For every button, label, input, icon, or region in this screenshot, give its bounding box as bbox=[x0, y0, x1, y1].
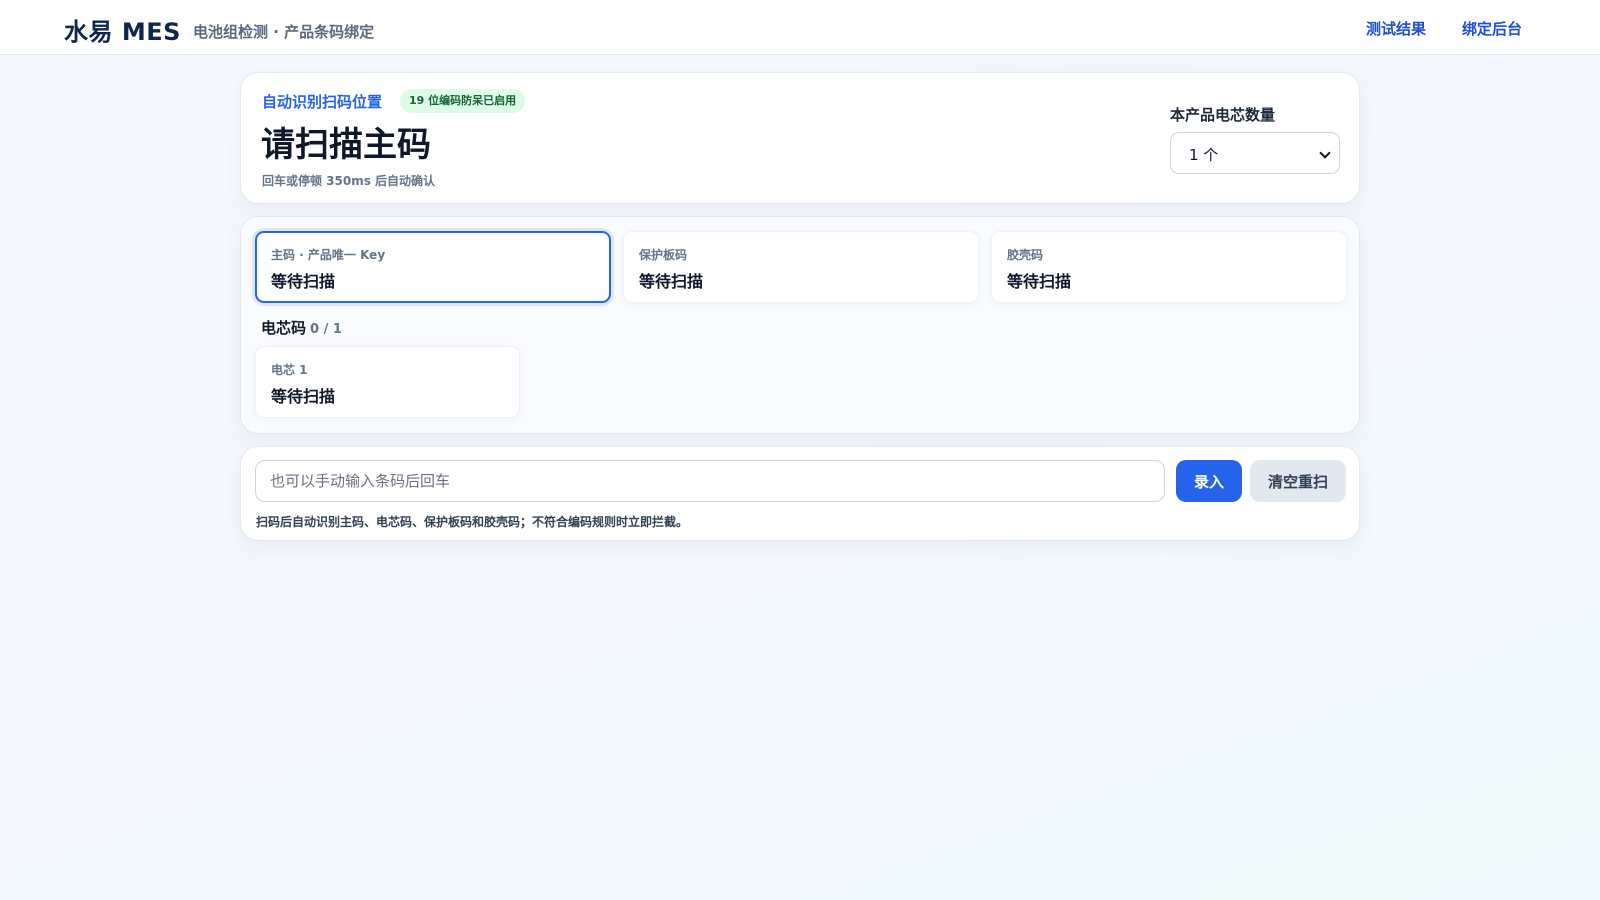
page-subtitle: 电池组检测 · 产品条码绑定 bbox=[193, 23, 375, 41]
scan-prompt-hint: 回车或停顿 350ms 后自动确认 bbox=[262, 174, 436, 188]
shell-code-value: 等待扫描 bbox=[1007, 272, 1072, 291]
shell-code-label: 胶壳码 bbox=[1007, 248, 1044, 262]
main-code-slot[interactable]: 主码 · 产品唯一 Key 等待扫描 bbox=[255, 231, 611, 303]
nav-link-test-results[interactable]: 测试结果 bbox=[1366, 18, 1426, 39]
cell-count-label: 本产品电芯数量 bbox=[1170, 106, 1276, 124]
protect-board-code-label: 保护板码 bbox=[639, 248, 688, 262]
auto-detect-label: 自动识别扫码位置 bbox=[262, 93, 383, 111]
protect-board-code-value: 等待扫描 bbox=[639, 272, 704, 291]
manual-entry-card: 录入 清空重扫 扫码后自动识别主码、电芯码、保护板码和胶壳码；不符合编码规则时立… bbox=[240, 446, 1360, 541]
barcode-manual-input[interactable] bbox=[255, 460, 1165, 502]
cell-code-slot-1[interactable]: 电芯 1 等待扫描 bbox=[255, 346, 520, 418]
cell-count-select[interactable]: 1 个 bbox=[1170, 132, 1340, 174]
cell-code-label: 电芯 1 bbox=[271, 363, 308, 377]
nav-link-binding-admin[interactable]: 绑定后台 bbox=[1462, 18, 1522, 39]
scan-prompt-card: 自动识别扫码位置 19 位编码防呆已启用 请扫描主码 回车或停顿 350ms 后… bbox=[240, 72, 1360, 204]
cell-code-value: 等待扫描 bbox=[271, 387, 336, 406]
cell-codes-title: 电芯码 bbox=[261, 319, 307, 337]
main-code-value: 等待扫描 bbox=[271, 272, 336, 291]
shell-code-slot[interactable]: 胶壳码 等待扫描 bbox=[991, 231, 1347, 303]
brand-logo: 水易 MES bbox=[64, 18, 181, 46]
clear-rescan-button[interactable]: 清空重扫 bbox=[1250, 460, 1346, 502]
scan-prompt-title: 请扫描主码 bbox=[261, 125, 431, 165]
validation-status-badge: 19 位编码防呆已启用 bbox=[400, 89, 526, 113]
chevron-down-icon bbox=[1319, 147, 1331, 159]
code-slots-card: 主码 · 产品唯一 Key 等待扫描 保护板码 等待扫描 胶壳码 等待扫描 电芯… bbox=[240, 216, 1360, 434]
top-bar: 水易 MES 电池组检测 · 产品条码绑定 测试结果 绑定后台 bbox=[0, 0, 1600, 55]
manual-entry-hint: 扫码后自动识别主码、电芯码、保护板码和胶壳码；不符合编码规则时立即拦截。 bbox=[256, 515, 689, 529]
protect-board-code-slot[interactable]: 保护板码 等待扫描 bbox=[623, 231, 979, 303]
submit-button[interactable]: 录入 bbox=[1176, 460, 1242, 502]
cell-count-selected-value: 1 个 bbox=[1189, 146, 1219, 164]
cell-codes-heading: 电芯码 0 / 1 bbox=[261, 317, 342, 338]
main-code-label: 主码 · 产品唯一 Key bbox=[271, 248, 386, 262]
cell-codes-progress: 0 / 1 bbox=[310, 322, 342, 337]
